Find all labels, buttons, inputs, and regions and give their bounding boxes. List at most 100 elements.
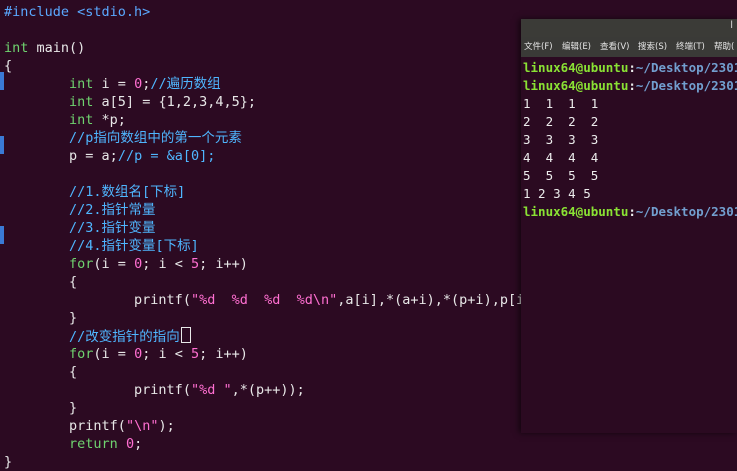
code-token: :: [628, 78, 636, 93]
code-token: for: [69, 256, 94, 272]
code-token: ~/Desktop/2301: [635, 60, 737, 75]
terminal-prompt-line: linux64@ubuntu:~/Desktop/2301: [523, 203, 737, 221]
terminal-output-line: 1 2 3 4 5: [523, 185, 591, 203]
code-token: //改变指针的指向: [69, 329, 180, 345]
code-token: 1 2 3 4 5: [523, 186, 591, 201]
code-token: return: [69, 436, 118, 452]
code-token: ,a[i],*(a+i),*(p+i),p[i]);: [337, 292, 549, 308]
code-line: {: [4, 363, 77, 381]
terminal-title-bar[interactable]: l: [521, 19, 737, 37]
code-line: //4.指针变量[下标]: [4, 237, 199, 255]
code-line: for(i = 0; i < 5; i++): [4, 345, 248, 363]
code-line: printf("%d ",*(p++));: [4, 381, 305, 399]
code-token: "%d ": [190, 382, 232, 398]
code-line: printf("%d %d %d %d\n",a[i],*(a+i),*(p+i…: [4, 291, 549, 309]
code-token: ; i <: [142, 346, 191, 362]
terminal-prompt-line: linux64@ubuntu:~/Desktop/2301: [523, 59, 737, 77]
terminal-output-line: 5 5 5 5: [523, 167, 598, 185]
code-token: 1 1 1 1: [523, 96, 599, 111]
code-token: :: [628, 204, 636, 219]
code-token: 3 3 3 3: [523, 132, 599, 147]
menu-view[interactable]: 查看(V): [600, 40, 629, 52]
menu-help[interactable]: 帮助(: [714, 40, 734, 52]
code-token: int: [4, 40, 29, 56]
terminal-output-line: 1 1 1 1: [523, 95, 598, 113]
menu-terminal[interactable]: 终端(T): [676, 40, 705, 52]
code-token: 0: [117, 436, 135, 452]
terminal-prompt-line: linux64@ubuntu:~/Desktop/2301: [523, 77, 737, 95]
code-token: //2.指针常量: [69, 202, 156, 218]
terminal-menubar: 文件(F) 编辑(E) 查看(V) 搜索(S) 终端(T) 帮助(: [521, 37, 737, 57]
code-token: linux64@ubuntu: [523, 60, 629, 75]
code-token: 0: [134, 256, 143, 272]
code-token: main(): [28, 40, 86, 56]
code-token: 5: [190, 346, 200, 362]
code-token: "\n": [125, 418, 159, 434]
menu-file[interactable]: 文件(F): [524, 40, 553, 52]
code-token: printf(: [134, 292, 191, 308]
code-token: *p;: [93, 112, 126, 128]
code-token: 5: [190, 256, 200, 272]
code-line: //3.指针变量: [4, 219, 156, 237]
code-token: ,*(p++));: [231, 382, 305, 398]
code-token: int: [69, 112, 94, 128]
code-line: int *p;: [4, 111, 126, 129]
code-token: ; i++): [199, 346, 248, 362]
code-line: //1.数组名[下标]: [4, 183, 185, 201]
code-line: int main(): [4, 39, 85, 57]
code-line: {: [4, 57, 12, 75]
code-token: //3.指针变量: [69, 220, 156, 236]
code-token: {: [4, 364, 78, 380]
menu-edit[interactable]: 编辑(E): [562, 40, 591, 52]
code-line: //改变指针的指向: [4, 327, 191, 345]
code-token: 0: [134, 346, 143, 362]
code-token: );: [158, 418, 175, 434]
code-token: 4 4 4 4: [523, 150, 599, 165]
terminal-output-line: 3 3 3 3: [523, 131, 598, 149]
code-token: printf(: [134, 382, 191, 398]
code-token: for: [69, 346, 94, 362]
code-line: for(i = 0; i < 5; i++): [4, 255, 248, 273]
code-token: }: [4, 454, 13, 470]
code-token: (i =: [93, 346, 135, 362]
code-token: 0: [134, 76, 143, 92]
code-line: p = a;//p = &a[0];: [4, 147, 215, 165]
code-token: ~/Desktop/2301: [635, 204, 737, 219]
code-token: int: [69, 94, 94, 110]
code-line: //p指向数组中的第一个元素: [4, 129, 242, 147]
code-line: }: [4, 399, 77, 417]
code-token: :: [628, 60, 636, 75]
code-line: //2.指针常量: [4, 201, 156, 219]
code-token: (i =: [93, 256, 135, 272]
terminal-window[interactable]: l 文件(F) 编辑(E) 查看(V) 搜索(S) 终端(T) 帮助( linu…: [521, 19, 737, 433]
code-line: {: [4, 273, 77, 291]
code-token: //1.数组名[下标]: [69, 184, 186, 200]
code-token: linux64@ubuntu: [523, 204, 629, 219]
code-line: }: [4, 453, 12, 471]
code-token: //p = &a[0];: [117, 148, 216, 164]
code-token: printf(: [69, 418, 126, 434]
code-token: ;: [134, 436, 143, 452]
code-token: }: [4, 400, 78, 416]
terminal-output-line: 2 2 2 2: [523, 113, 598, 131]
code-token: ; i++): [199, 256, 248, 272]
code-token: #include: [4, 4, 70, 20]
code-token: int: [69, 76, 94, 92]
code-token: linux64@ubuntu: [523, 78, 629, 93]
code-line: return 0;: [4, 435, 142, 453]
code-token: 5 5 5 5: [523, 168, 599, 183]
code-token: {: [4, 274, 78, 290]
code-line: #include <stdio.h>: [4, 3, 150, 21]
menu-search[interactable]: 搜索(S): [638, 40, 667, 52]
